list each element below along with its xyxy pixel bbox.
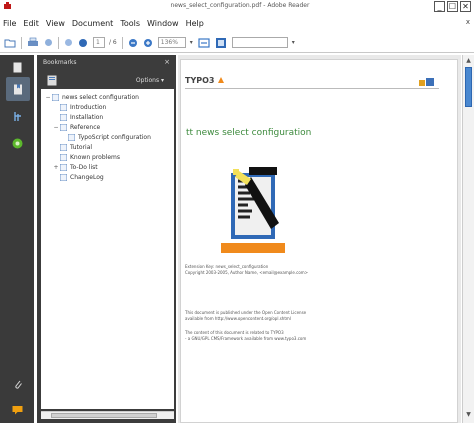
document-text: available from http://www.opencontent.or… [185, 316, 291, 321]
toolbar-divider [58, 36, 59, 49]
pages-icon[interactable] [11, 61, 24, 74]
scrollbar-thumb[interactable] [465, 67, 472, 107]
paperclip-icon[interactable] [11, 378, 24, 391]
bookmark-tree: − news select configuration Introduction… [41, 89, 174, 409]
zoom-in-icon[interactable] [143, 36, 153, 50]
header-rule [185, 88, 439, 89]
zoom-dropdown-icon[interactable]: ▾ [190, 36, 193, 50]
fit-width-icon[interactable] [215, 36, 227, 50]
zoom-field[interactable]: 136% [157, 37, 186, 48]
bookmark-item[interactable]: Introduction [53, 103, 106, 112]
scroll-up-icon[interactable]: ▲ [463, 57, 474, 66]
document-page: TYPO3 tt news select configuration Exten… [180, 59, 458, 423]
print-icon[interactable] [27, 36, 39, 50]
email-icon[interactable] [44, 36, 53, 50]
collapse-toggle[interactable]: − [45, 94, 51, 101]
menu-file[interactable]: File [3, 19, 16, 28]
bookmark-icon [60, 104, 67, 111]
collapse-toggle[interactable]: − [53, 124, 59, 131]
logo-icon [218, 77, 225, 83]
vertical-scrollbar[interactable]: ▲ ▼ [462, 55, 474, 423]
menu-edit[interactable]: Edit [23, 19, 39, 28]
find-dropdown-icon[interactable]: ▾ [292, 36, 295, 50]
title-bar: news_select_configuration.pdf - Adobe Re… [0, 0, 474, 14]
bookmark-label: news select configuration [62, 94, 139, 101]
navigation-bar [0, 55, 34, 423]
scrollbar-thumb[interactable] [51, 413, 157, 418]
document-text: The content of this document is related … [185, 330, 284, 335]
bookmarks-icon[interactable] [11, 83, 24, 96]
bookmark-label: Introduction [70, 104, 107, 111]
logo-text: TYPO3 [185, 76, 215, 85]
bookmark-icon [60, 114, 67, 121]
menu-help[interactable]: Help [186, 19, 204, 28]
zoom-out-icon[interactable] [128, 36, 138, 50]
document-text: - a GNU/GPL CMS/Framework available from… [185, 336, 307, 341]
bookmark-icon [60, 124, 67, 131]
scroll-down-icon[interactable]: ▼ [463, 411, 474, 420]
bookmark-item[interactable]: TypoScript configuration [61, 133, 151, 142]
bookmark-item[interactable]: ChangeLog [53, 173, 104, 182]
bookmark-icon [60, 154, 67, 161]
horizontal-scrollbar[interactable] [41, 411, 174, 419]
bookmark-icon [68, 134, 75, 141]
bookmark-icon [60, 174, 67, 181]
previous-page-icon[interactable] [64, 36, 73, 50]
page-total-label: / 6 [109, 39, 117, 46]
document-text: This document is published under the Ope… [185, 310, 307, 315]
minimize-button[interactable]: _ [434, 1, 445, 12]
menu-tools[interactable]: Tools [120, 19, 140, 28]
menu-window[interactable]: Window [147, 19, 179, 28]
extension-icon [221, 167, 285, 253]
bookmark-label: Known problems [70, 154, 120, 161]
bookmarks-panel: Bookmarks × Options ▾ − news select conf… [37, 55, 176, 423]
document-text: Copyright 2003-2005, Author Name, <email… [185, 270, 309, 275]
app-icon [4, 2, 11, 9]
window-title: news_select_configuration.pdf - Adobe Re… [170, 2, 310, 9]
expand-toggle[interactable]: + [53, 164, 59, 171]
typo3-logo: TYPO3 [185, 76, 225, 85]
next-page-icon[interactable] [78, 36, 88, 50]
toolbar-divider [121, 36, 123, 49]
menu-view[interactable]: View [46, 19, 65, 28]
document-viewer: TYPO3 tt news select configuration Exten… [178, 55, 461, 423]
document-text: Extension Key: news_select_configuration [185, 264, 269, 269]
bookmark-icon [60, 144, 67, 151]
options-label: Options [135, 77, 160, 84]
panel-title: Bookmarks [43, 59, 77, 66]
comments-icon[interactable] [11, 403, 24, 416]
page-heading: tt news select configuration [186, 128, 312, 138]
bookmark-label: Tutorial [70, 144, 93, 151]
bookmark-label: To-Do list [70, 164, 98, 171]
bookmark-label: ChangeLog [70, 174, 104, 181]
maximize-button[interactable]: ☐ [447, 1, 458, 12]
bookmark-label: Installation [70, 114, 104, 121]
page-number-field[interactable]: 1 [93, 37, 105, 48]
signatures-icon[interactable] [11, 137, 24, 150]
panel-close-icon[interactable]: × [164, 58, 170, 66]
close-document-button[interactable]: x [466, 18, 470, 26]
close-window-button[interactable]: ✕ [460, 1, 471, 12]
bookmark-label: TypoScript configuration [78, 134, 151, 141]
find-field[interactable] [231, 37, 288, 48]
open-icon[interactable] [4, 36, 16, 50]
bookmark-item[interactable]: − news select configuration [45, 93, 139, 102]
bookmark-item[interactable]: − Reference [53, 123, 100, 132]
toolbar-divider [21, 36, 22, 49]
bookmark-icon [52, 94, 59, 101]
bookmark-item[interactable]: Installation [53, 113, 103, 122]
menu-bar: File Edit View Document Tools Window Hel… [0, 16, 474, 30]
bookmark-tool-icon[interactable] [47, 75, 57, 86]
header-badge-icon [419, 78, 434, 86]
fit-page-icon[interactable] [198, 36, 210, 50]
options-menu[interactable]: Options ▾ [136, 77, 164, 84]
bookmark-label: Reference [70, 124, 101, 131]
bookmark-item[interactable]: Tutorial [53, 143, 92, 152]
attachments-icon[interactable] [11, 110, 24, 123]
bookmark-item[interactable]: + To-Do list [53, 163, 98, 172]
bookmark-icon [60, 164, 67, 171]
toolbar: 1 / 6 136% ▾ ▾ [0, 33, 474, 53]
bookmark-item[interactable]: Known problems [53, 153, 120, 162]
menu-document[interactable]: Document [72, 19, 113, 28]
